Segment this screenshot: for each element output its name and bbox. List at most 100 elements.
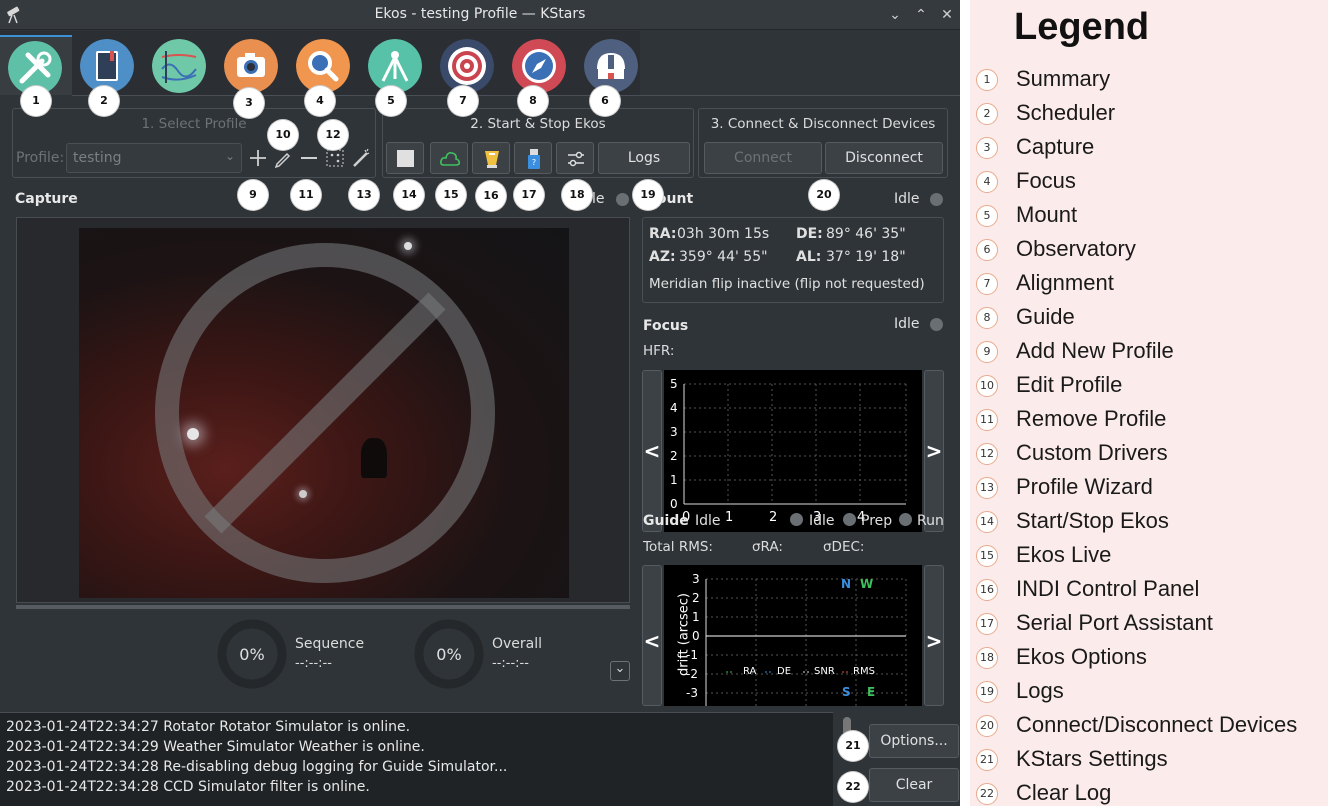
callout-badge: 21: [838, 731, 868, 761]
log-area[interactable]: 2023-01-24T22:34:27 Rotator Rotator Simu…: [0, 712, 851, 806]
sliders-icon: [568, 151, 584, 167]
guide-drift-plot: drift (arcsec) 3 2 1 0 -1 -2 -3 N W S E …: [664, 565, 922, 706]
legend-item-label: Summary: [1016, 66, 1111, 91]
profile-select[interactable]: testing ⌄: [66, 143, 242, 173]
custom-drivers-icon[interactable]: [324, 147, 346, 169]
callout-badge: 16: [476, 181, 506, 211]
guide-y-tick: -1: [686, 648, 698, 662]
legend-number-badge: 15: [976, 545, 998, 567]
compass-east: E: [867, 685, 876, 699]
focus-prev-button[interactable]: <: [642, 370, 662, 532]
cloud-icon: [440, 152, 460, 166]
tab-capture[interactable]: [216, 35, 288, 95]
guide-y-tick: 0: [692, 629, 700, 643]
serial-port-assistant-button[interactable]: ?: [514, 142, 552, 174]
legend-item-label: Capture: [1016, 134, 1095, 159]
disconnect-button[interactable]: Disconnect: [825, 142, 943, 174]
compass-icon: [512, 39, 566, 93]
legend-item-label: INDI Control Panel: [1016, 576, 1200, 601]
guide-legend-ra: RA: [743, 666, 757, 677]
legend-number-badge: 2: [976, 103, 998, 125]
profile-wizard-icon[interactable]: [350, 147, 372, 169]
callout-badge: 17: [514, 180, 544, 210]
legend-item-label: Add New Profile: [1016, 338, 1174, 363]
compass-west: W: [860, 577, 874, 591]
edit-profile-icon[interactable]: [272, 147, 294, 169]
clear-log-button[interactable]: Clear: [869, 768, 959, 802]
al-value: 37° 19' 18": [826, 249, 906, 265]
callout-badge: 7: [448, 86, 478, 116]
callout-badge: 10: [268, 120, 298, 150]
callout-badge: 3: [234, 88, 264, 118]
legend-item-label: Remove Profile: [1016, 406, 1167, 431]
guide-next-button[interactable]: >: [924, 565, 944, 706]
callout-badge: 19: [633, 180, 663, 210]
expand-chevron-icon[interactable]: ⌄: [610, 661, 630, 681]
focus-next-button[interactable]: >: [924, 370, 944, 532]
guide-plot-svg: [705, 578, 907, 706]
ekos-live-button[interactable]: [430, 142, 468, 174]
legend-item-label: Custom Drivers: [1016, 440, 1168, 465]
capture-splitter[interactable]: [16, 605, 630, 609]
profile-label: Profile:: [16, 150, 65, 166]
callout-badge: 1: [21, 86, 51, 116]
ekos-options-button[interactable]: [556, 142, 594, 174]
callout-badge: 14: [394, 180, 424, 210]
start-stop-ekos-button[interactable]: [386, 142, 424, 174]
graph-icon: [152, 39, 206, 93]
total-rms-label: Total RMS:: [643, 539, 713, 555]
capture-preview[interactable]: [16, 217, 630, 603]
focus-x-tick: 2: [769, 510, 778, 525]
connect-title: 3. Connect & Disconnect Devices: [710, 116, 936, 132]
guide-prev-button[interactable]: <: [642, 565, 662, 706]
focus-plot-svg: [683, 383, 907, 505]
focus-y-tick: 1: [670, 473, 678, 487]
options-button[interactable]: Options...: [869, 724, 959, 758]
title-bar: Ekos - testing Profile — KStars ⌄ ⌃ ✕: [0, 0, 960, 30]
pipeline-prep-label: Prep: [861, 513, 893, 529]
pipeline-idle-label: Idle: [809, 513, 835, 529]
window-title: Ekos - testing Profile — KStars: [374, 6, 586, 22]
tab-observatory[interactable]: [576, 35, 648, 95]
legend-number-badge: 6: [976, 239, 998, 261]
sequence-label: Sequence: [295, 636, 365, 652]
legend-number-badge: 10: [976, 375, 998, 397]
pipeline-idle-led: [843, 513, 856, 526]
indi-panel-icon: [485, 151, 499, 168]
mount-status: Idle: [894, 191, 920, 207]
minimize-icon[interactable]: ⌄: [883, 3, 907, 27]
overall-percent: 0%: [436, 645, 462, 664]
indi-control-panel-button[interactable]: [472, 142, 510, 174]
sequence-percent: 0%: [239, 645, 265, 664]
guide-status: Idle: [695, 513, 721, 529]
connect-button[interactable]: Connect: [704, 142, 822, 174]
remove-profile-icon[interactable]: [298, 147, 320, 169]
maximize-icon[interactable]: ⌃: [909, 3, 933, 27]
guide-legend-snr: SNR: [814, 666, 835, 677]
al-label: AL:: [796, 249, 822, 265]
guide-section-title: Guide: [643, 513, 689, 529]
callout-badge: 8: [518, 86, 548, 116]
capture-status-led: [616, 193, 629, 206]
legend-number-badge: 18: [976, 647, 998, 669]
stop-icon: [397, 150, 414, 167]
legend-number-badge: 19: [976, 681, 998, 703]
log-line: 2023-01-24T22:34:29 Weather Simulator We…: [6, 739, 425, 755]
pipeline-prep-led: [899, 513, 912, 526]
ra-value: 03h 30m 15s: [677, 226, 770, 242]
focus-y-tick: 5: [670, 377, 678, 391]
legend-number-badge: 5: [976, 205, 998, 227]
logs-button[interactable]: Logs: [598, 142, 690, 174]
sigma-dec-label: σDEC:: [823, 539, 865, 555]
az-value: 359° 44' 55": [679, 249, 768, 265]
legend-number-badge: 13: [976, 477, 998, 499]
chevron-down-icon: ⌄: [224, 149, 235, 163]
tab-analyze[interactable]: [144, 35, 216, 95]
add-profile-icon[interactable]: [247, 147, 269, 169]
callout-badge: 5: [376, 86, 406, 116]
guide-y-tick: 3: [692, 572, 700, 586]
close-icon[interactable]: ✕: [935, 3, 959, 27]
usb-icon: ?: [528, 149, 540, 169]
no-image-overlay-icon: [155, 243, 495, 583]
tab-guide[interactable]: [504, 35, 576, 95]
